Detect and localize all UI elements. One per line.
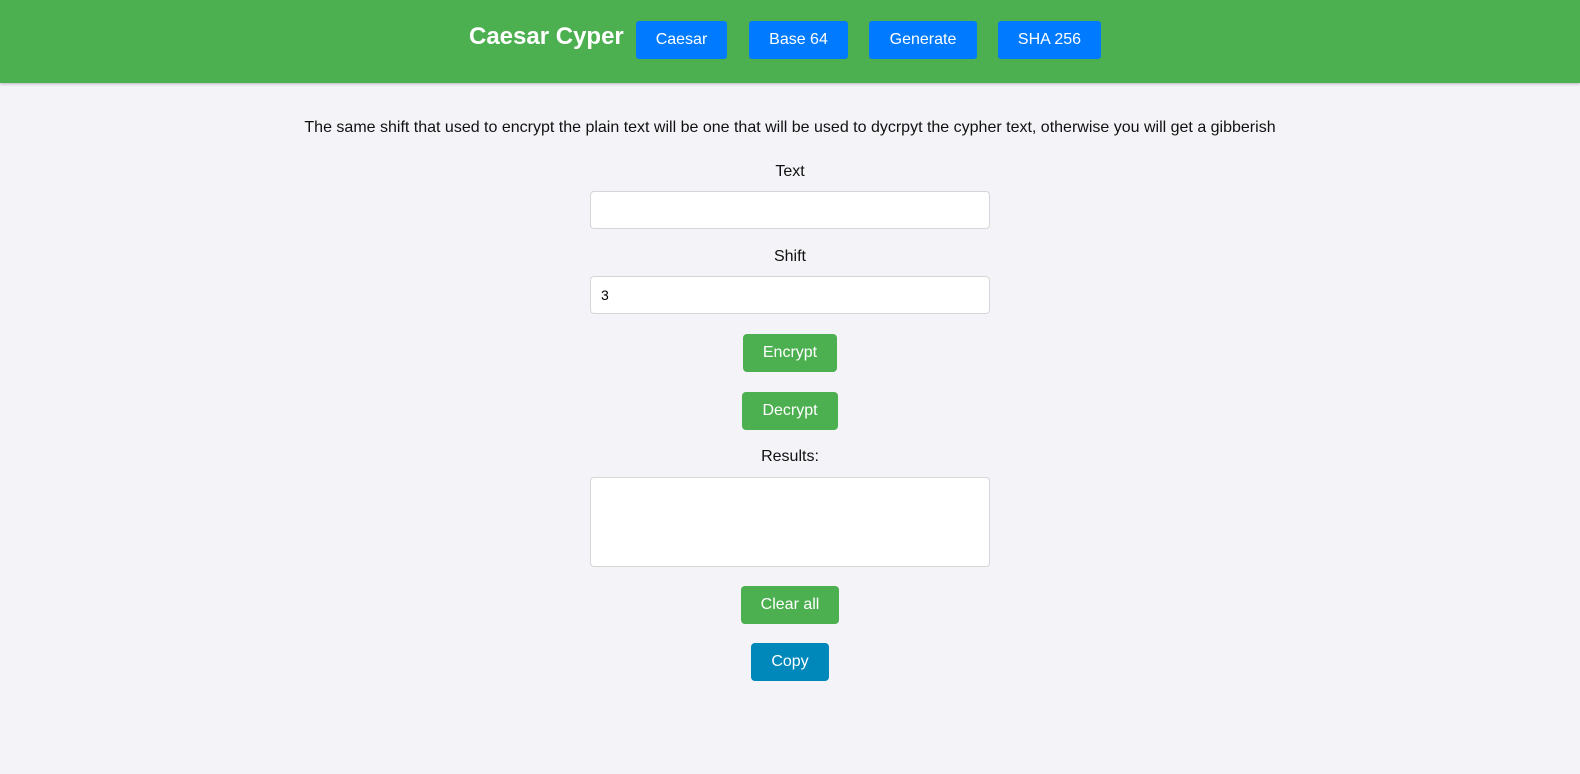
nav-generate-button[interactable]: Generate <box>869 21 977 59</box>
top-navbar: Caesar Cyper Caesar Base 64 Generate SHA… <box>0 0 1580 83</box>
shift-label: Shift <box>773 248 806 265</box>
text-label: Text <box>775 163 805 180</box>
results-textarea[interactable] <box>590 477 990 567</box>
brand-title: Caesar Cyper <box>469 23 624 50</box>
results-label: Results: <box>761 448 819 465</box>
nav-base64-button[interactable]: Base 64 <box>749 21 848 59</box>
shift-input[interactable] <box>590 276 990 314</box>
clear-all-button[interactable]: Clear all <box>741 586 839 624</box>
decrypt-button[interactable]: Decrypt <box>742 392 838 430</box>
copy-button[interactable]: Copy <box>751 643 829 681</box>
nav-sha256-button[interactable]: SHA 256 <box>998 21 1101 59</box>
nav-caesar-button[interactable]: Caesar <box>636 21 727 59</box>
shift-description: The same shift that used to encrypt the … <box>304 119 1276 136</box>
text-input[interactable] <box>590 191 990 229</box>
main-content: The same shift that used to encrypt the … <box>0 83 1580 774</box>
encrypt-button[interactable]: Encrypt <box>743 334 837 372</box>
